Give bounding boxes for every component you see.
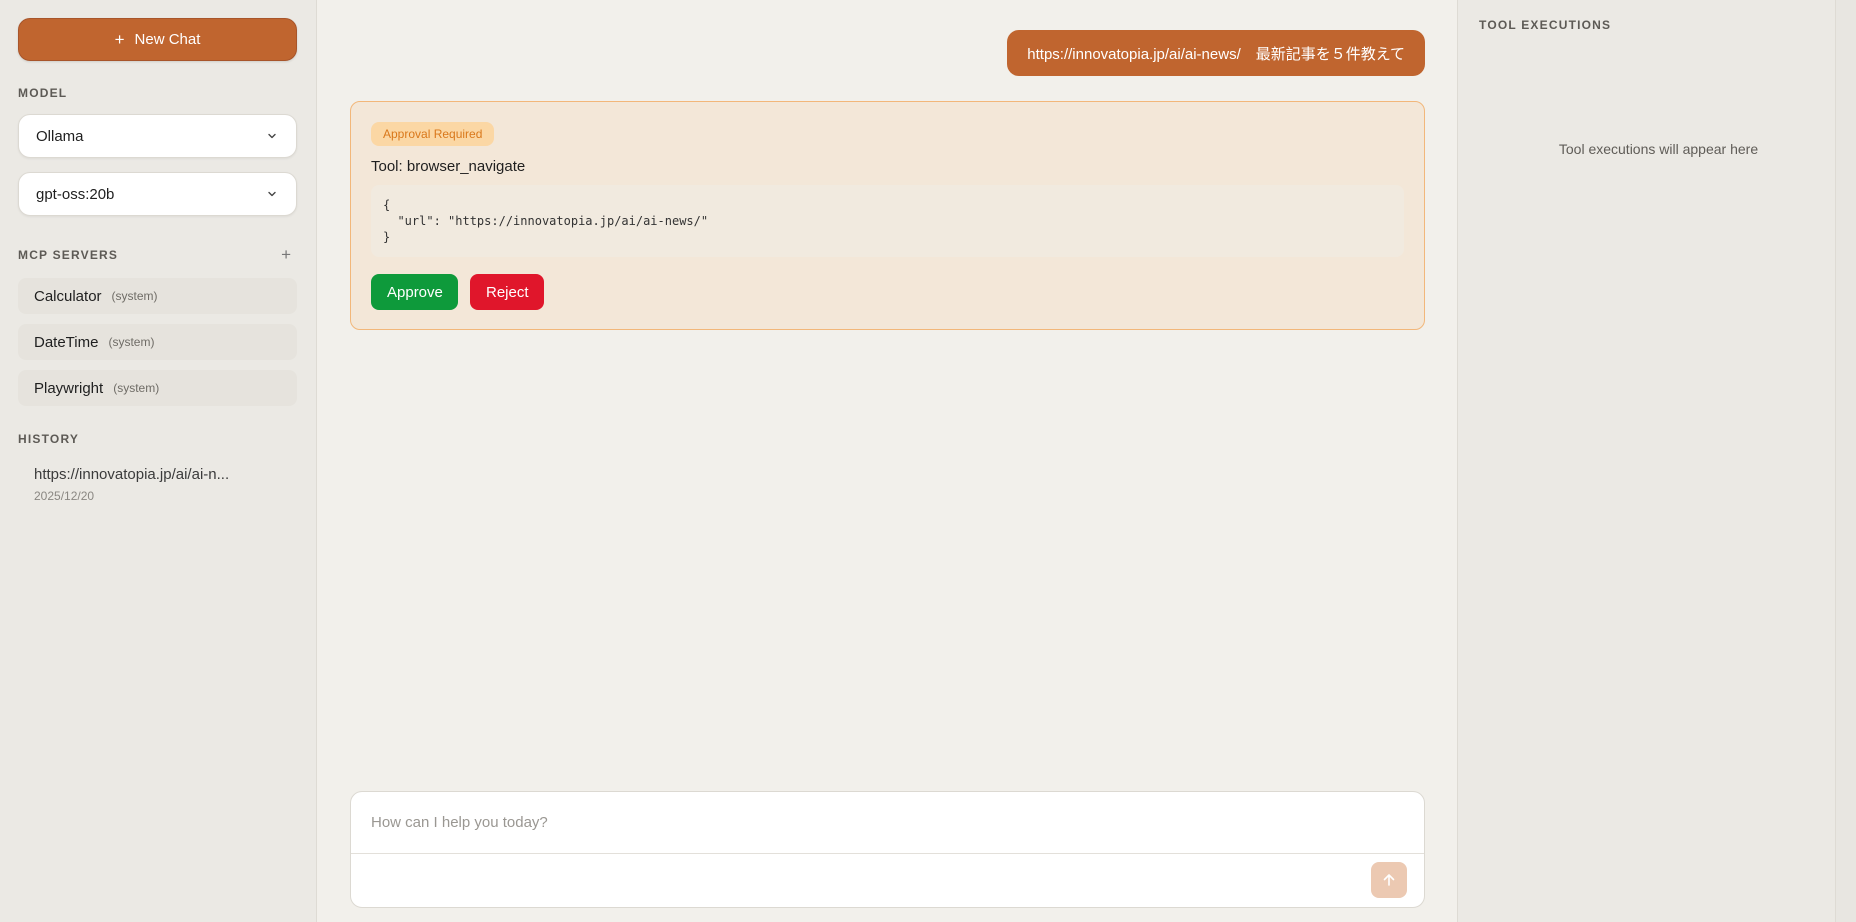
- history-item-title: https://innovatopia.jp/ai/ai-n...: [34, 466, 230, 483]
- provider-select[interactable]: Ollama: [18, 114, 297, 158]
- approval-card: Approval Required Tool: browser_navigate…: [350, 101, 1425, 330]
- tool-arguments-code: { "url": "https://innovatopia.jp/ai/ai-n…: [371, 185, 1404, 257]
- chat-area: https://innovatopia.jp/ai/ai-news/ 最新記事を…: [318, 0, 1457, 922]
- tool-executions-empty-state: Tool executions will appear here: [1558, 141, 1759, 157]
- message-composer: [350, 791, 1425, 908]
- model-select[interactable]: gpt-oss:20b: [18, 172, 297, 216]
- model-select-value: gpt-oss:20b: [36, 185, 115, 203]
- new-chat-label: New Chat: [134, 31, 201, 48]
- reject-button[interactable]: Reject: [470, 274, 544, 310]
- mcp-server-list: Calculator (system) DateTime (system) Pl…: [18, 278, 298, 406]
- send-button[interactable]: [1371, 862, 1407, 898]
- server-item-calculator[interactable]: Calculator (system): [18, 278, 297, 314]
- approval-required-badge: Approval Required: [371, 122, 495, 146]
- new-chat-button[interactable]: + New Chat: [18, 18, 297, 61]
- server-item-datetime[interactable]: DateTime (system): [18, 324, 297, 360]
- provider-select-value: Ollama: [36, 127, 84, 145]
- tool-name: Tool: browser_navigate: [371, 158, 526, 175]
- plus-icon: +: [114, 30, 125, 49]
- history-item-date: 2025/12/20: [34, 489, 95, 503]
- add-server-button[interactable]: +: [281, 246, 297, 263]
- model-section-label: MODEL: [18, 86, 68, 100]
- message-input[interactable]: [351, 792, 1424, 854]
- mcp-servers-header: MCP SERVERS +: [18, 246, 297, 263]
- arrow-up-icon: [1383, 874, 1395, 886]
- history-item[interactable]: https://innovatopia.jp/ai/ai-n... 2025/1…: [18, 466, 298, 503]
- approve-button[interactable]: Approve: [371, 274, 458, 310]
- tool-executions-panel: TOOL EXECUTIONS Tool executions will app…: [1457, 0, 1856, 922]
- approval-actions: Approve Reject: [371, 274, 1404, 310]
- server-name: Calculator: [34, 287, 102, 305]
- server-tag: (system): [108, 335, 155, 349]
- server-tag: (system): [111, 289, 158, 303]
- server-item-playwright[interactable]: Playwright (system): [18, 370, 297, 406]
- history-section-label: HISTORY: [18, 432, 80, 446]
- chevron-down-icon: [268, 133, 276, 139]
- server-name: DateTime: [34, 333, 99, 351]
- user-message-bubble: https://innovatopia.jp/ai/ai-news/ 最新記事を…: [1007, 30, 1425, 76]
- window-edge: [1835, 0, 1856, 922]
- tool-executions-title: TOOL EXECUTIONS: [1479, 18, 1612, 32]
- server-tag: (system): [113, 381, 160, 395]
- mcp-servers-label: MCP SERVERS: [18, 247, 119, 262]
- chevron-down-icon: [268, 191, 276, 197]
- server-name: Playwright: [34, 379, 104, 397]
- left-sidebar: + New Chat MODEL Ollama gpt-oss:20b MCP …: [0, 0, 317, 922]
